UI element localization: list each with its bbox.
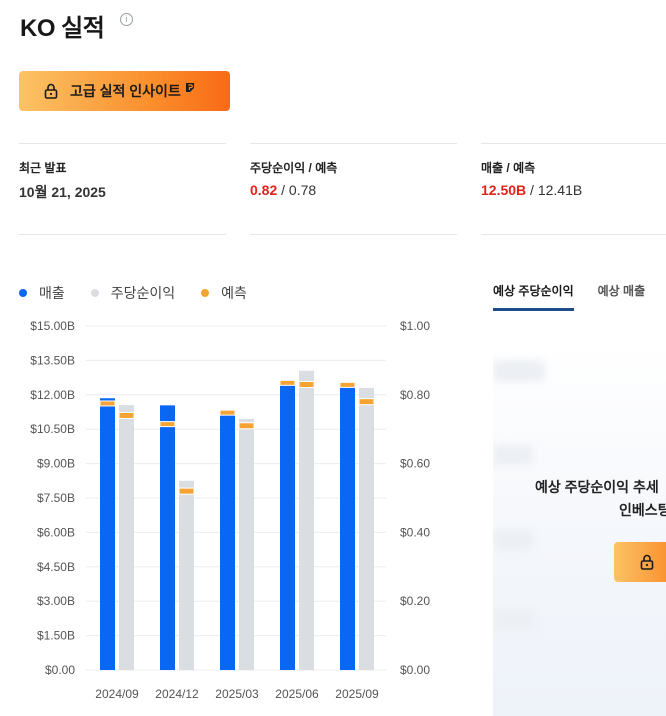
legend-item-eps[interactable]: 주당순이익 (90, 283, 176, 303)
y-right-tick-label: $0.40 (400, 525, 430, 539)
y-left-tick-label: $7.50B (37, 491, 75, 505)
y-right-tick-label: $0.20 (400, 594, 430, 608)
eps-forecast-marker (238, 422, 255, 430)
y-left-tick-label: $0.00 (45, 663, 75, 677)
chart-legend: 매출 주당순이익 예측 (19, 283, 273, 303)
revenue-bar (280, 382, 295, 670)
revenue-forecast-marker (219, 409, 236, 416)
revenue-bar (160, 405, 175, 670)
y-left-tick-label: $9.00B (37, 457, 75, 471)
latest-release-label: 최근 발표 (19, 161, 67, 175)
locked-message-secondary: 인베스팅 (619, 502, 666, 518)
y-left-tick-label: $10.50B (30, 422, 75, 436)
revenue-actual: 12.50B (481, 182, 527, 198)
earnings-chart: $0.00 $1.50B $3.00B $4.50B $6.00B $7.50B $9.00… (30, 319, 430, 701)
blurred-placeholder (493, 445, 533, 465)
page-title: KO 실적 (20, 15, 105, 42)
x-tick-label: 2025/06 (275, 687, 319, 701)
locked-forecast-panel: 예상 주당순이익 추세 인베스팅 (493, 340, 666, 716)
y-left-tick-label: $1.50B (37, 629, 75, 643)
advanced-earnings-insight-button[interactable]: 고급 실적 인사이트 (19, 71, 230, 111)
revenue-bar (340, 383, 355, 670)
y-right-tick-label: $0.80 (400, 388, 430, 402)
tab-estimated-revenue[interactable]: 예상 매출 (598, 282, 646, 311)
forecast-tabs: 예상 주당순이익 예상 매출 (493, 282, 666, 311)
lock-icon (44, 83, 58, 99)
blurred-placeholder (493, 610, 533, 630)
info-icon[interactable]: i (120, 13, 133, 26)
revenue-forecast-marker (159, 421, 176, 428)
lock-icon (640, 554, 654, 570)
revenue-forecast-marker (99, 400, 116, 407)
x-tick-label: 2024/09 (95, 687, 139, 701)
revenue-label: 매출 / 예측 (481, 161, 536, 175)
pro-badge-icon (185, 82, 194, 92)
revenue-forecast: 12.41B (537, 182, 583, 198)
eps-bar (239, 418, 254, 670)
y-right-tick-label: $0.00 (400, 663, 430, 677)
revenue-forecast-marker (339, 381, 356, 388)
eps-actual: 0.82 (250, 182, 278, 198)
legend-label-revenue: 매출 (39, 285, 65, 301)
y-right-tick-label: $1.00 (400, 319, 430, 333)
tab-estimated-eps[interactable]: 예상 주당순이익 (493, 282, 574, 311)
advanced-earnings-insight-label: 고급 실적 인사이트 (70, 83, 181, 99)
eps-forecast-marker (178, 487, 195, 495)
eps-bar (119, 405, 134, 670)
eps-bar (359, 387, 374, 670)
y-left-tick-label: $15.00B (30, 319, 75, 333)
eps-forecast: 0.78 (288, 182, 317, 198)
y-left-tick-label: $13.50B (30, 353, 75, 367)
y-right-tick-label: $0.60 (400, 457, 430, 471)
legend-label-forecast: 예측 (221, 285, 247, 301)
unlock-button[interactable] (614, 542, 666, 582)
legend-label-eps: 주당순이익 (110, 285, 176, 301)
x-tick-label: 2025/09 (335, 687, 379, 701)
y-left-tick-label: $6.00B (37, 525, 75, 539)
legend-dot-eps (90, 289, 99, 297)
revenue-separator: / (526, 182, 538, 198)
y-left-tick-label: $3.00B (37, 594, 75, 608)
y-left-tick-label: $12.00B (30, 388, 75, 402)
legend-item-revenue[interactable]: 매출 (19, 283, 65, 303)
eps-stat: 주당순이익 / 예측 0.82 / 0.78 (250, 143, 457, 235)
eps-bar (179, 480, 194, 670)
latest-release-value: 10월 21, 2025 (19, 184, 106, 200)
x-tick-label: 2024/12 (155, 687, 199, 701)
eps-label: 주당순이익 / 예측 (250, 161, 338, 175)
blurred-placeholder (493, 360, 545, 382)
x-tick-label: 2025/03 (215, 687, 259, 701)
blurred-placeholder (493, 530, 533, 550)
eps-forecast-marker (118, 411, 135, 419)
eps-forecast-marker (358, 398, 375, 406)
legend-item-forecast[interactable]: 예측 (201, 283, 247, 303)
eps-bar (299, 370, 314, 670)
legend-dot-revenue (19, 289, 27, 297)
revenue-stat: 매출 / 예측 12.50B / 12.41B (481, 143, 666, 235)
revenue-bar (100, 398, 115, 670)
y-left-tick-label: $4.50B (37, 560, 75, 574)
revenue-forecast-marker (279, 379, 296, 386)
eps-forecast-marker (298, 380, 315, 388)
eps-separator: / (277, 182, 289, 198)
locked-message: 예상 주당순이익 추세 (535, 479, 659, 495)
revenue-bar (220, 414, 235, 670)
legend-dot-forecast (201, 289, 210, 297)
latest-release-stat: 최근 발표 10월 21, 2025 (19, 143, 226, 235)
